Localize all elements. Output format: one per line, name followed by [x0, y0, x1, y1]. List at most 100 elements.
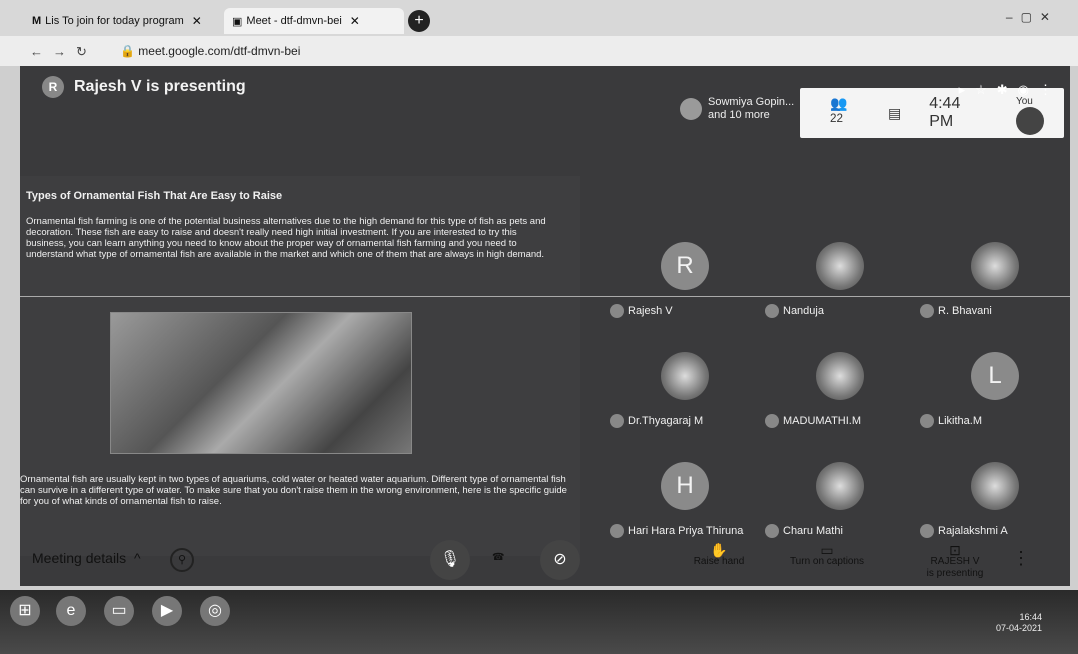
shield-icon[interactable]: ⚲ [170, 548, 194, 572]
presenting-button[interactable]: ⊡ RAJESH V is presenting [910, 542, 1000, 580]
people-chip[interactable]: Sowmiya Gopin... and 10 more [680, 96, 794, 122]
mic-off-icon [920, 524, 934, 538]
participant-name: Rajalakshmi A [920, 524, 1008, 538]
mic-off-icon [920, 414, 934, 428]
participant-name: Charu Mathi [765, 524, 843, 538]
camera-toggle-button[interactable]: ⊘ [540, 540, 580, 580]
system-tray: 16:44 07-04-2021 [996, 612, 1042, 634]
meeting-details-button[interactable]: Meeting details ^ [32, 550, 141, 566]
presenting-line2: is presenting [926, 568, 984, 579]
media-icon[interactable]: ▶ [152, 596, 182, 626]
mic-off-icon [610, 414, 624, 428]
mic-toggle-button[interactable]: 🎙 [430, 540, 470, 580]
participant-name: MADUMATHI.M [765, 414, 861, 428]
participant-tile[interactable]: R Rajesh V [610, 234, 760, 334]
participant-avatar: H [661, 462, 709, 510]
participant-tile[interactable]: L Likitha.M [920, 344, 1070, 444]
more-options-icon[interactable]: ⋮ [1012, 548, 1030, 569]
participant-name: Likitha.M [920, 414, 982, 428]
participant-name: Dr.Thyagaraj M [610, 414, 703, 428]
tray-date: 07-04-2021 [995, 623, 1042, 633]
raise-hand-button[interactable]: ✋ Raise hand [684, 542, 754, 568]
participant-tile[interactable]: MADUMATHI.M [765, 344, 915, 444]
meet-stage: R Rajesh V is presenting Sowmiya Gopin..… [20, 66, 1070, 586]
captions-button[interactable]: ▭ Turn on captions [782, 543, 872, 568]
participant-avatar: L [971, 352, 1019, 400]
url-field[interactable]: 🔒 meet.google.com/dtf-dmvn-bei [120, 44, 300, 58]
meet-control-bar: Meeting details ^ ⚲ 🎙 ☎ ⊘ ✋ Raise hand ▭… [20, 538, 1070, 586]
mic-off-icon [765, 414, 779, 428]
participant-name: Hari Hara Priya Thiruna [610, 524, 743, 538]
extension-icons[interactable]: ▸☆✱◉⋮ [959, 82, 1062, 98]
people-icon: 👥 [830, 95, 848, 112]
end-call-button[interactable]: ☎ [492, 552, 504, 564]
participant-avatar [661, 352, 709, 400]
raise-hand-label: Raise hand [693, 556, 745, 567]
participant-avatar: R [661, 242, 709, 290]
participant-name-text: MADUMATHI.M [783, 414, 862, 427]
nav-buttons[interactable]: ←→↻ [30, 44, 97, 60]
participant-name: Nanduja [765, 304, 824, 318]
participant-name-text: R. Bhavani [938, 304, 992, 317]
chrome-icon[interactable]: ◎ [200, 596, 230, 626]
meeting-details-label: Meeting details [32, 550, 127, 566]
ie-icon[interactable]: e [56, 596, 86, 626]
lock-icon: 🔒 [120, 44, 135, 58]
tab-meet[interactable]: ▣ Meet - dtf-dmvn-bei ✕ [224, 8, 404, 34]
participant-avatar [971, 462, 1019, 510]
presenter-bar: R Rajesh V is presenting [42, 76, 246, 98]
clock: 4:44 PM [929, 95, 961, 130]
mic-off-icon [610, 524, 624, 538]
fish-image [110, 312, 412, 454]
doc-paragraph: Ornamental fish are usually kept in two … [20, 474, 567, 507]
chat-icon[interactable]: ▤ [888, 105, 901, 122]
present-icon: ⊡ [949, 542, 961, 558]
participant-name-text: Hari Hara Priya Thiruna [628, 524, 744, 537]
captions-label: Turn on captions [789, 556, 865, 567]
self-avatar[interactable] [1015, 107, 1044, 135]
url-text: meet.google.com/dtf-dmvn-bei [138, 44, 301, 58]
participant-name: R. Bhavani [920, 304, 992, 318]
window-controls[interactable]: –▢✕ [1006, 10, 1058, 24]
camera-off-icon: ⊘ [553, 551, 567, 568]
chevron-up-icon: ^ [130, 550, 141, 566]
participant-name-text: Likitha.M [938, 414, 983, 427]
tab-gmail[interactable]: M Lis To join for today program ✕ [24, 8, 224, 34]
doc-paragraph: Ornamental fish farming is one of the po… [26, 216, 546, 260]
mic-icon [610, 304, 624, 318]
folder-icon[interactable]: ▭ [104, 596, 134, 626]
address-bar: ←→↻ 🔒 meet.google.com/dtf-dmvn-bei [0, 36, 1078, 66]
people-chip-line1: Sowmiya Gopin... [708, 96, 795, 108]
participant-avatar [816, 242, 864, 290]
participant-name-text: Rajesh V [628, 304, 673, 317]
participant-avatar [816, 462, 864, 510]
hand-icon: ✋ [710, 542, 728, 558]
participant-name-text: Charu Mathi [783, 524, 843, 537]
doc-title: Types of Ornamental Fish That Are Easy t… [26, 190, 283, 202]
presenter-avatar: R [42, 76, 64, 98]
tray-time: 16:44 [1019, 612, 1042, 622]
windows-taskbar: ⊞ e ▭ ▶ ◎ 16:44 07-04-2021 [0, 590, 1078, 654]
mic-off-icon: 🎙 [439, 551, 461, 568]
participant-avatar [971, 242, 1019, 290]
people-count: 22 [830, 112, 843, 126]
participant-tile[interactable]: Dr.Thyagaraj M [610, 344, 760, 444]
people-chip-line2: and 10 more [708, 109, 770, 121]
people-button[interactable]: 👥22 [830, 95, 860, 131]
participant-name-text: Nanduja [783, 304, 824, 317]
gmail-icon: M [32, 15, 42, 27]
close-icon[interactable]: ✕ [192, 14, 202, 28]
new-tab-button[interactable]: + [408, 10, 430, 32]
participant-name-text: Dr.Thyagaraj M [628, 414, 704, 427]
participant-avatar [680, 98, 702, 120]
tab-title: Meet - dtf-dmvn-bei [246, 15, 342, 27]
shared-document: Types of Ornamental Fish That Are Easy t… [20, 176, 1070, 556]
participant-tile[interactable]: R. Bhavani [920, 234, 1070, 334]
close-icon[interactable]: ✕ [350, 14, 360, 28]
start-icon[interactable]: ⊞ [10, 596, 40, 626]
meet-icon: ▣ [232, 15, 243, 28]
participant-tile[interactable]: Nanduja [765, 234, 915, 334]
presenting-line1: RAJESH V [930, 556, 980, 567]
mic-off-icon [765, 304, 779, 318]
participant-name-text: Rajalakshmi A [938, 524, 1008, 537]
